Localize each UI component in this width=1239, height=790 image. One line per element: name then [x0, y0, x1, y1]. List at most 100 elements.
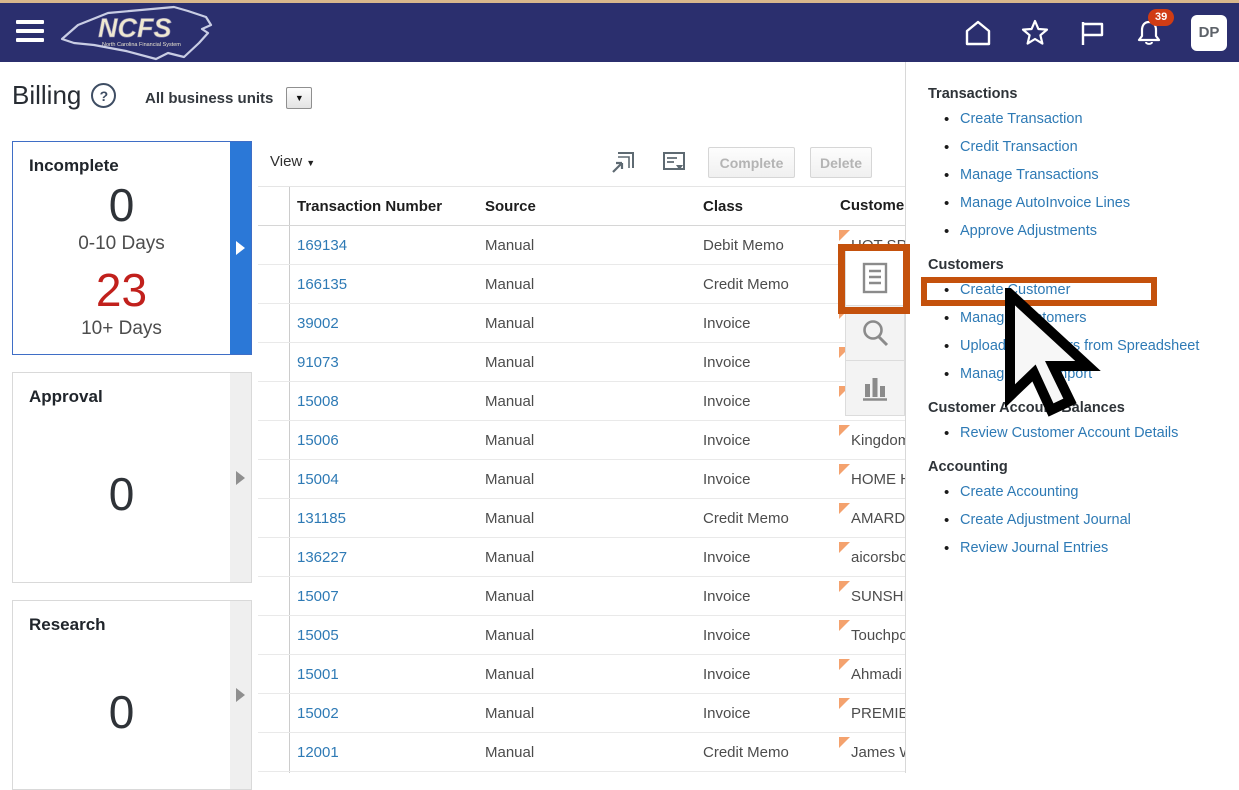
- sidebar-link[interactable]: Manage Transactions: [960, 167, 1099, 183]
- row-selector-cell[interactable]: [258, 226, 290, 264]
- sidebar-link-item: Manage AutoInvoice Lines: [944, 196, 1229, 211]
- attention-flag-triangle-icon: [839, 230, 850, 241]
- transaction-number-link[interactable]: 39002: [297, 315, 339, 332]
- attention-flag-triangle-icon: [839, 698, 850, 709]
- attention-flag-triangle-icon: [839, 464, 850, 475]
- row-selector-cell[interactable]: [258, 460, 290, 498]
- sidebar-link[interactable]: Upload Customers from Spreadsheet: [960, 338, 1199, 354]
- transaction-number-link[interactable]: 91073: [297, 354, 339, 371]
- row-selector-cell[interactable]: [258, 577, 290, 615]
- reports-panel-tab[interactable]: [845, 360, 905, 416]
- approval-card: Approval 0: [12, 372, 252, 583]
- transaction-number-link[interactable]: 169134: [297, 237, 347, 254]
- right-arrow-icon: [236, 688, 245, 702]
- sidebar-link-item: Create Accounting: [944, 485, 1229, 500]
- row-selector-cell[interactable]: [258, 304, 290, 342]
- table-row[interactable]: 15008 Manual Invoice T: [258, 382, 905, 421]
- business-unit-filter-label: All business units: [145, 90, 273, 107]
- sidebar-link[interactable]: Create Accounting: [960, 484, 1079, 500]
- table-row[interactable]: 12001 Manual Credit Memo James W: [258, 733, 905, 772]
- row-selector-cell[interactable]: [258, 343, 290, 381]
- user-avatar[interactable]: DP: [1191, 15, 1227, 51]
- table-row[interactable]: 131185 Manual Credit Memo AMARDE: [258, 499, 905, 538]
- transaction-number-link[interactable]: 166135: [297, 276, 347, 293]
- sidebar-link-item: Approve Adjustments: [944, 224, 1229, 239]
- table-row[interactable]: 169134 Manual Debit Memo HOT SPI: [258, 226, 905, 265]
- source-cell: Manual: [485, 432, 703, 449]
- transaction-number-link[interactable]: 15008: [297, 393, 339, 410]
- sidebar-link[interactable]: Credit Transaction: [960, 139, 1078, 155]
- transaction-number-link[interactable]: 136227: [297, 549, 347, 566]
- query-by-example-icon[interactable]: [661, 149, 687, 175]
- incomplete-card-expand-arrow[interactable]: [230, 142, 251, 354]
- right-arrow-icon: [236, 241, 245, 255]
- transaction-number-link[interactable]: 15002: [297, 705, 339, 722]
- table-row[interactable]: 39002 Manual Invoice E: [258, 304, 905, 343]
- flag-watchlist-icon[interactable]: [1077, 18, 1107, 48]
- transaction-number-link[interactable]: 131185: [297, 510, 346, 527]
- notifications-bell-icon[interactable]: 39: [1134, 18, 1164, 48]
- sidebar-link[interactable]: Manage AutoInvoice Lines: [960, 195, 1130, 211]
- home-icon[interactable]: [963, 18, 993, 48]
- sidebar-link[interactable]: Create Customer: [960, 282, 1070, 298]
- search-panel-tab[interactable]: [845, 305, 905, 361]
- table-row[interactable]: 15006 Manual Invoice Kingdom: [258, 421, 905, 460]
- row-selector-cell[interactable]: [258, 382, 290, 420]
- row-selector-cell[interactable]: [258, 538, 290, 576]
- column-header-source[interactable]: Source: [485, 198, 703, 215]
- transaction-number-link[interactable]: 12001: [297, 744, 339, 761]
- header-selector-cell: [258, 187, 290, 225]
- complete-button[interactable]: Complete: [708, 147, 795, 178]
- delete-button[interactable]: Delete: [810, 147, 872, 178]
- row-selector-cell[interactable]: [258, 499, 290, 537]
- page-title: Billing: [12, 80, 81, 111]
- table-row[interactable]: 15005 Manual Invoice Touchpoi: [258, 616, 905, 655]
- row-selector-cell[interactable]: [258, 616, 290, 654]
- column-header-class[interactable]: Class: [703, 198, 838, 215]
- table-row[interactable]: 15001 Manual Invoice Ahmadi &: [258, 655, 905, 694]
- transaction-number-link[interactable]: 15007: [297, 588, 339, 605]
- customer-cell: PREMIE: [838, 694, 905, 732]
- sidebar-link[interactable]: Create Adjustment Journal: [960, 512, 1131, 528]
- help-icon[interactable]: ?: [91, 83, 116, 108]
- table-row[interactable]: 91073 Manual Invoice S: [258, 343, 905, 382]
- row-selector-cell[interactable]: [258, 733, 290, 771]
- sidebar-link[interactable]: Create Transaction: [960, 111, 1083, 127]
- section-title: Customers: [928, 257, 1229, 273]
- row-selector-cell[interactable]: [258, 694, 290, 732]
- class-cell: Invoice: [703, 705, 838, 722]
- sidebar-link[interactable]: Manage Customers: [960, 310, 1087, 326]
- export-to-excel-icon[interactable]: [610, 149, 636, 175]
- transaction-number-link[interactable]: 15004: [297, 471, 339, 488]
- approval-card-title: Approval: [29, 387, 251, 407]
- table-row[interactable]: 166135 Manual Credit Memo: [258, 265, 905, 304]
- research-card-expand-arrow[interactable]: [230, 601, 251, 789]
- sidebar-link[interactable]: Manage Data Import: [960, 366, 1092, 382]
- class-cell: Invoice: [703, 471, 838, 488]
- sidebar-link[interactable]: Review Customer Account Details: [960, 425, 1178, 441]
- transaction-number-link[interactable]: 15005: [297, 627, 339, 644]
- transaction-number-link[interactable]: 15006: [297, 432, 339, 449]
- table-row[interactable]: 15007 Manual Invoice SUNSHI: [258, 577, 905, 616]
- favorites-star-icon[interactable]: [1020, 18, 1050, 48]
- attention-flag-triangle-icon: [839, 503, 850, 514]
- sidebar-link[interactable]: Approve Adjustments: [960, 223, 1097, 239]
- table-row[interactable]: 15002 Manual Invoice PREMIE: [258, 694, 905, 733]
- ncfs-logo[interactable]: NCFS North Carolina Financial System: [56, 3, 216, 68]
- column-header-customer[interactable]: Customer: [838, 187, 905, 225]
- approval-card-expand-arrow[interactable]: [230, 373, 251, 582]
- transaction-number-link[interactable]: 15001: [297, 666, 339, 683]
- row-selector-cell[interactable]: [258, 421, 290, 459]
- tasks-panel-tab[interactable]: [845, 250, 905, 306]
- sidebar-link-item: Review Journal Entries: [944, 541, 1229, 556]
- view-menu-button[interactable]: View▼: [270, 153, 315, 170]
- row-selector-cell[interactable]: [258, 655, 290, 693]
- table-row[interactable]: 136227 Manual Invoice aicorsbc: [258, 538, 905, 577]
- table-row[interactable]: 15004 Manual Invoice HOME H: [258, 460, 905, 499]
- row-selector-cell[interactable]: [258, 265, 290, 303]
- sidebar-link[interactable]: Review Journal Entries: [960, 540, 1108, 556]
- business-unit-dropdown-button[interactable]: ▼: [286, 87, 312, 109]
- column-header-transaction-number[interactable]: Transaction Number: [290, 198, 485, 215]
- class-cell: Invoice: [703, 354, 838, 371]
- hamburger-menu-icon[interactable]: [16, 20, 44, 44]
